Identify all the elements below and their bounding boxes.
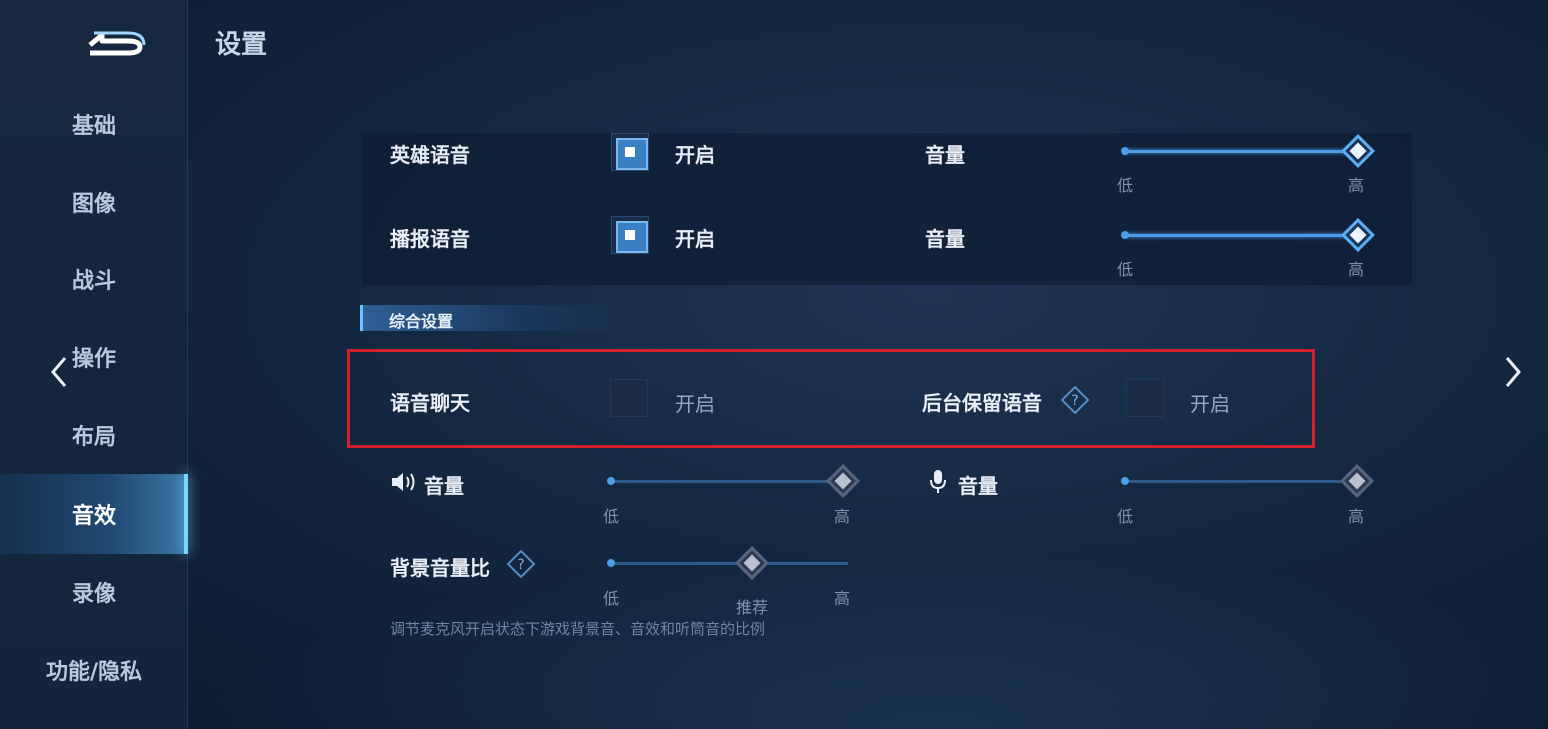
slider-fill: [610, 480, 843, 483]
section-title: 综合设置: [389, 312, 454, 331]
bg-ratio-label: 背景音量比: [390, 556, 490, 580]
sidebar-item-label: 图像: [71, 192, 116, 217]
sidebar-item-label: 操作: [71, 347, 116, 372]
background-voice-check-label: 开启: [1190, 392, 1230, 416]
high-label: 高: [834, 507, 851, 526]
background-voice-checkbox[interactable]: [1126, 379, 1164, 417]
sidebar-item-replay[interactable]: 录像: [0, 562, 188, 622]
sidebar-item-graphics[interactable]: 图像: [0, 172, 188, 232]
chevron-right-icon: [1505, 357, 1521, 387]
sidebar-item-label: 基础: [71, 114, 116, 139]
bg-ratio-description: 调节麦克风开启状态下游戏背景音、音效和听筒音的比例: [390, 620, 766, 638]
broadcast-voice-volume-label: 音量: [925, 227, 965, 251]
slider-start-dot: [607, 477, 615, 485]
back-button[interactable]: [80, 20, 150, 60]
slider-thumb[interactable]: [826, 464, 860, 498]
sidebar-item-label: 战斗: [71, 269, 116, 294]
svg-text:?: ?: [517, 557, 524, 573]
highlight-box: [347, 349, 1315, 448]
sidebar-item-label: 音效: [71, 504, 116, 529]
hero-voice-volume-slider[interactable]: [1121, 134, 1375, 168]
slider-fill: [1124, 234, 1358, 237]
help-icon[interactable]: ?: [506, 549, 536, 579]
mic-volume-label: 音量: [958, 474, 998, 498]
low-label: 低: [1117, 260, 1134, 279]
broadcast-voice-label: 播报语音: [390, 227, 470, 251]
sidebar-item-basic[interactable]: 基础: [0, 94, 188, 154]
help-icon[interactable]: ?: [1060, 385, 1090, 415]
high-label: 高: [834, 589, 851, 608]
voice-chat-check-label: 开启: [675, 392, 715, 416]
sidebar-item-label: 布局: [71, 425, 116, 450]
broadcast-voice-checkbox[interactable]: [611, 216, 649, 254]
slider-fill: [610, 562, 848, 565]
slider-fill: [1124, 150, 1358, 153]
slider-start-dot: [607, 559, 615, 567]
back-arrow-icon: [88, 31, 146, 56]
voice-chat-checkbox[interactable]: [610, 379, 648, 417]
mic-volume-slider[interactable]: [1121, 464, 1374, 498]
low-label: 低: [603, 589, 620, 608]
speaker-icon: [390, 470, 416, 496]
microphone-icon: [928, 469, 954, 495]
slider-thumb[interactable]: [1340, 464, 1374, 498]
voice-chat-label: 语音聊天: [390, 391, 470, 415]
low-label: 低: [1117, 507, 1134, 526]
hero-voice-volume-label: 音量: [925, 143, 965, 167]
background-voice-label: 后台保留语音: [922, 391, 1042, 415]
next-page-button[interactable]: [1498, 350, 1528, 394]
speaker-volume-label: 音量: [424, 474, 464, 498]
page-title: 设置: [215, 30, 268, 60]
high-label: 高: [1348, 260, 1365, 279]
chevron-left-icon: [51, 357, 67, 387]
broadcast-voice-check-label: 开启: [675, 227, 715, 251]
speaker-volume-slider[interactable]: [607, 464, 860, 498]
low-label: 低: [603, 507, 620, 526]
hero-voice-label: 英雄语音: [390, 143, 470, 167]
prev-page-button[interactable]: [44, 350, 74, 394]
svg-text:?: ?: [1071, 393, 1078, 409]
sidebar-item-privacy[interactable]: 功能/隐私: [0, 640, 188, 700]
broadcast-voice-volume-slider[interactable]: [1121, 218, 1375, 252]
sidebar: 基础 图像 战斗 操作 布局 音效 录像 功能/隐私: [0, 0, 188, 729]
slider-start-dot: [1121, 477, 1129, 485]
hero-voice-checkbox[interactable]: [611, 133, 649, 171]
sidebar-item-label: 录像: [71, 582, 116, 607]
sidebar-item-controls[interactable]: 操作: [0, 327, 188, 387]
low-label: 低: [1117, 176, 1134, 195]
bg-ratio-slider[interactable]: [607, 546, 848, 580]
sidebar-item-layout[interactable]: 布局: [0, 405, 188, 465]
slider-start-dot: [1121, 147, 1129, 155]
high-label: 高: [1348, 507, 1365, 526]
sidebar-item-sound[interactable]: 音效: [0, 474, 188, 554]
recommend-label: 推荐: [736, 598, 769, 617]
section-header-general: 综合设置: [360, 305, 630, 331]
slider-fill: [1124, 480, 1357, 483]
hero-voice-check-label: 开启: [675, 143, 715, 167]
high-label: 高: [1348, 176, 1365, 195]
sidebar-item-combat[interactable]: 战斗: [0, 249, 188, 309]
slider-start-dot: [1121, 231, 1129, 239]
sidebar-item-label: 功能/隐私: [45, 660, 143, 685]
slider-thumb[interactable]: [735, 546, 770, 580]
